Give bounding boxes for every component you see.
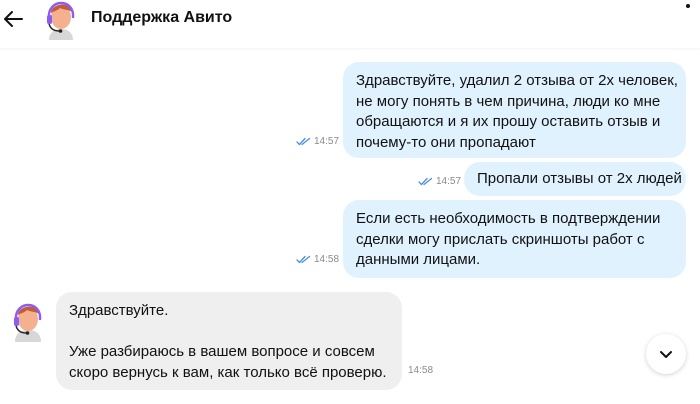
message-line: Здравствуйте. [69,302,169,319]
message-time: 14:57 [314,136,340,147]
support-avatar[interactable] [8,302,48,342]
message-time: 14:57 [436,176,462,187]
message-line: не могу понять в чем причина, люди ко мн… [356,92,661,110]
message-line: Если есть необходимость в подтверждении [356,210,661,227]
double-check-icon [418,177,433,186]
outgoing-message[interactable]: Здравствуйте, удалил 2 отзыва от 2х чело… [343,62,686,158]
message-line: сделки могу прислать скриншоты работ с [356,230,645,248]
support-avatar[interactable] [43,0,79,40]
chevron-down-icon [660,351,672,358]
message-line: Здравствуйте, удалил 2 отзыва от 2х чело… [356,72,678,89]
message-meta: 14:57 [418,176,461,187]
message-line: Уже разбираюсь в вашем вопросе и совсем [69,343,375,360]
message-meta: 14:58 [296,254,339,265]
outgoing-message[interactable]: Если есть необходимость в подтверждении … [343,200,686,278]
outgoing-message[interactable]: Пропали отзывы от 2х людей [464,162,686,196]
more-vertical-icon [686,4,690,8]
message-meta: 14:58 [408,365,433,376]
message-line [69,322,389,343]
more-menu-button[interactable] [676,0,700,18]
back-button[interactable] [0,6,26,32]
arrow-left-icon [4,11,23,27]
message-line: Пропали отзывы от 2х людей [477,170,682,187]
scroll-down-button[interactable] [646,334,686,374]
message-line: почему-то они пропадают [356,133,536,151]
chat-header: Поддержка Авито [0,0,700,48]
double-check-icon [296,137,311,146]
chat-title: Поддержка Авито [91,9,233,26]
message-time: 14:58 [314,254,340,265]
message-line: скоро вернусь к вам, как только всё пров… [69,363,387,381]
message-line: обращаются и я их прошу оставить отзыв и [356,113,661,130]
incoming-message[interactable]: Здравствуйте. Уже разбираюсь в вашем воп… [56,292,402,390]
message-list[interactable]: Здравствуйте, удалил 2 отзыва от 2х чело… [0,48,700,404]
message-meta: 14:57 [296,136,339,147]
message-time: 14:58 [408,365,434,376]
double-check-icon [296,255,311,264]
message-line: данными лицами. [356,251,481,268]
